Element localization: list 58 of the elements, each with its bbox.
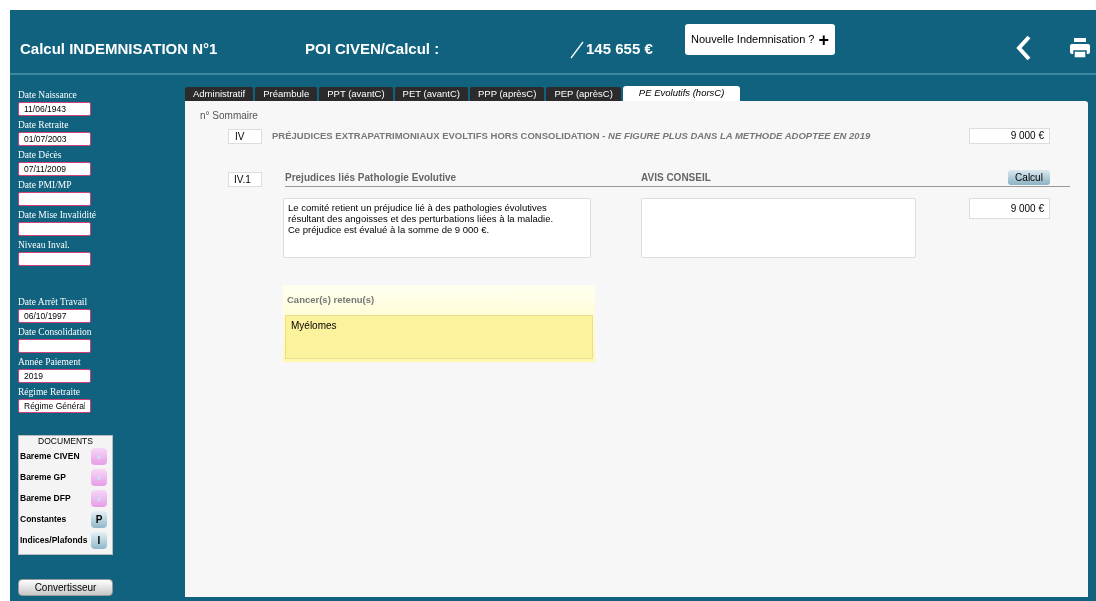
tab[interactable]: Préambule (255, 87, 318, 101)
convertisseur-button[interactable]: Convertisseur (18, 579, 113, 596)
input-field[interactable]: 01/07/2003 (18, 132, 91, 146)
input-field[interactable]: 07/11/2009 (18, 162, 91, 176)
field-label: Niveau Inval. (18, 239, 71, 251)
section-number-field: IV.1 (228, 172, 262, 187)
total-amount: 145 655 € (586, 39, 653, 60)
print-icon[interactable] (1070, 37, 1090, 58)
letter-button[interactable]: P (91, 511, 107, 528)
letter-button[interactable]: I (91, 532, 107, 549)
field-label: Date Consolidation (18, 326, 93, 338)
cancers-label: Cancer(s) retenu(s) (287, 293, 375, 307)
field-label: Date Mise Invalidité (18, 209, 98, 221)
cancers-field[interactable]: Myélomes (285, 315, 593, 360)
calcul-button[interactable]: Calcul (1008, 170, 1050, 185)
page-title: Calcul INDEMNISATION N°1 (19, 39, 219, 60)
field-label: Date Naissance (18, 89, 78, 101)
sommaire-label: n° Sommaire (200, 109, 258, 123)
field-label: Date Arrêt Travail (18, 296, 89, 308)
field-label: Année Paiement (18, 356, 82, 368)
new-indemnisation-button[interactable]: Nouvelle Indemnisation ? + (685, 24, 835, 55)
input-field[interactable] (18, 339, 91, 353)
input-field[interactable]: 2019 (18, 369, 91, 383)
document-label: Bareme CIVEN (20, 450, 80, 463)
page-subtitle: POI CIVEN/Calcul : (305, 39, 441, 60)
amount-field: 9 000 € (969, 198, 1050, 219)
text-area[interactable]: Le comité retient un préjudice lié à des pathologies évolutives résultant des angoisses et des perturbations liées à la maladie. Ce préjudice est évalué à la somme de 9 000 €. (283, 198, 591, 258)
document-icon (97, 496, 101, 501)
tab[interactable]: PEP (aprèsC) (546, 87, 621, 101)
back-icon[interactable] (1016, 34, 1032, 61)
tab[interactable]: Administratif (185, 87, 254, 101)
document-icon (97, 475, 101, 480)
input-field[interactable] (18, 192, 91, 206)
document-label: Bareme DFP (20, 492, 71, 505)
field-label: Date PMI/MP (18, 179, 73, 191)
section-number-field: IV (228, 128, 262, 144)
documents-title: DOCUMENTS (37, 436, 94, 446)
avis-heading: AVIS CONSEIL (641, 171, 712, 185)
tab[interactable]: PE Evolutifs (horsC) (622, 86, 741, 101)
document-icon (97, 454, 101, 459)
slash-icon (570, 40, 584, 59)
field-label: Date Décès (18, 149, 63, 161)
document-label: Indices/Plafonds (20, 534, 88, 547)
input-field[interactable]: 06/10/1997 (18, 309, 91, 323)
subsection-heading: Prejudices liés Pathologie Evolutive (285, 171, 458, 185)
field-label: Régime Retraite (18, 386, 81, 398)
tab[interactable]: PET (avantC) (394, 87, 468, 101)
document-label: Bareme GP (20, 471, 66, 484)
field-label: Date Retraite (18, 119, 70, 131)
section-title: PRÉJUDICES EXTRAPATRIMONIAUX EVOLTIFS HORS CONSOLIDATION - NE FIGURE PLUS DANS LA METHODE ADOPTEE EN 2019 (272, 128, 872, 143)
input-field[interactable]: 11/06/1943 (18, 102, 91, 116)
input-field[interactable] (18, 222, 91, 236)
amount-field: 9 000 € (969, 128, 1050, 144)
tab[interactable]: PPT (avantC) (319, 87, 393, 101)
tab[interactable]: PPP (aprèsC) (469, 87, 545, 101)
document-label: Constantes (20, 513, 67, 526)
input-field[interactable]: Régime Général (18, 399, 91, 413)
input-field[interactable] (18, 252, 91, 266)
